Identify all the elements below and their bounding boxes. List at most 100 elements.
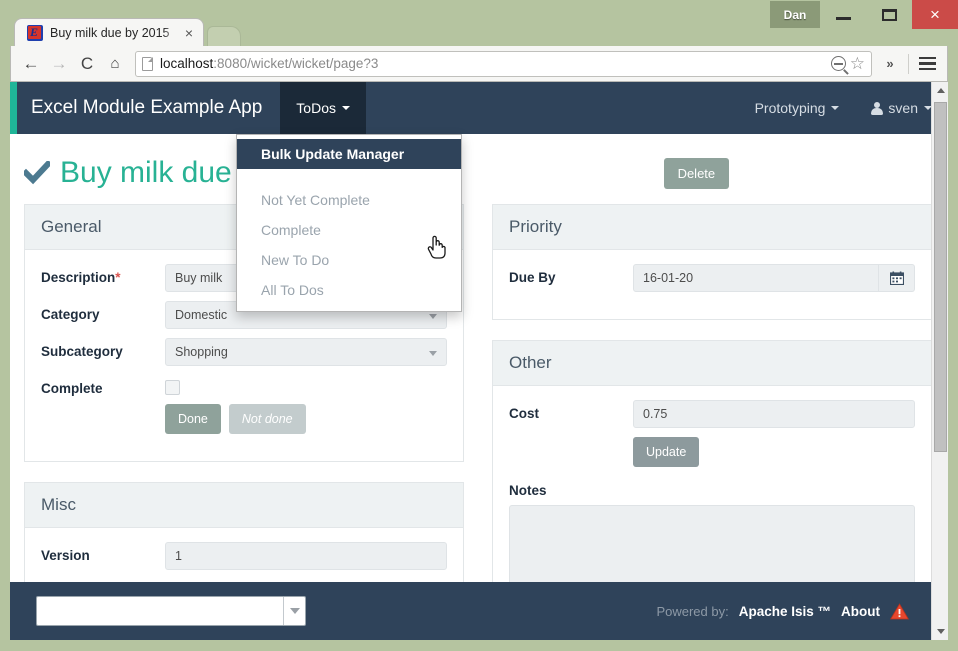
reload-button[interactable]: C	[73, 50, 101, 78]
browser-toolbar: ← → C ⌂ localhost:8080/wicket/wicket/pag…	[10, 46, 948, 82]
menu-divider	[237, 169, 461, 185]
field-version: Version 1	[41, 542, 447, 570]
favicon-icon	[27, 24, 43, 41]
nav-menu-prototyping-label: Prototyping	[754, 100, 826, 116]
reload-icon: C	[80, 53, 94, 73]
search-icon[interactable]	[830, 56, 846, 71]
due-by-control: 16-01-20	[633, 264, 915, 292]
complete-control: Done Not done	[165, 375, 447, 434]
new-tab-button[interactable]	[207, 26, 241, 46]
todos-dropdown-menu: Bulk Update Manager Not Yet Complete Com…	[236, 134, 462, 312]
nav-menu-todos[interactable]: ToDos	[280, 82, 366, 134]
panel-priority-body: Due By 16-01-20	[493, 250, 931, 319]
menu-item-not-yet-complete[interactable]: Not Yet Complete	[237, 185, 461, 215]
cost-label: Cost	[509, 406, 539, 421]
minimize-icon	[835, 16, 851, 20]
toolbar-overflow-button[interactable]: »	[876, 50, 904, 78]
app-navbar: Excel Module Example App ToDos Prototypi…	[10, 82, 948, 134]
update-button[interactable]: Update	[633, 437, 700, 467]
browser-menu-button[interactable]	[913, 50, 941, 78]
cost-control: 0.75 Update	[633, 400, 915, 467]
window-controls: Dan ×	[770, 0, 958, 30]
back-button[interactable]: ←	[17, 50, 45, 78]
due-by-input[interactable]: 16-01-20	[633, 264, 879, 292]
due-by-input-group: 16-01-20	[633, 264, 915, 292]
subcategory-select[interactable]: Shopping	[165, 338, 447, 366]
required-marker: *	[115, 270, 121, 285]
address-bar[interactable]: localhost:8080/wicket/wicket/page?3 ☆	[135, 50, 872, 77]
description-label: Description*	[41, 264, 165, 285]
app-brand[interactable]: Excel Module Example App	[17, 82, 280, 134]
url-text: localhost:8080/wicket/wicket/page?3	[160, 56, 378, 71]
about-link[interactable]: About	[841, 604, 880, 619]
os-window: Dan × Buy milk due by 2015 × ← →	[0, 0, 958, 651]
back-arrow-icon: ←	[22, 53, 40, 73]
tab-title: Buy milk due by 2015	[50, 25, 170, 40]
done-button[interactable]: Done	[165, 404, 221, 434]
category-label: Category	[41, 307, 100, 322]
tab-close-icon[interactable]: ×	[183, 26, 195, 40]
nav-menu-todos-label: ToDos	[296, 100, 336, 116]
footer-select[interactable]	[36, 596, 306, 626]
subcategory-control: Shopping	[165, 338, 447, 366]
notes-label: Notes	[509, 483, 547, 498]
field-complete: Complete Done Not done	[41, 375, 447, 434]
nav-menu-prototyping[interactable]: Prototyping	[739, 82, 856, 134]
page-header: Buy milk due by 2015-01-20 Delete	[24, 134, 934, 204]
panel-misc: Misc Version 1	[24, 482, 464, 598]
browser-tab-strip: Buy milk due by 2015 ×	[14, 18, 241, 46]
navbar-right: Prototyping sven	[739, 82, 948, 134]
footer-select-value	[37, 597, 283, 625]
complete-checkbox[interactable]	[165, 380, 180, 395]
description-label-text: Description	[41, 270, 116, 285]
page-content: Buy milk due by 2015-01-20 Delete Genera…	[10, 134, 948, 640]
scrollbar-thumb[interactable]	[934, 102, 947, 452]
panel-other-heading: Other	[493, 341, 931, 386]
chevron-down-icon	[831, 106, 840, 110]
scroll-down-wrap	[932, 623, 949, 640]
footer-select-toggle-icon[interactable]	[283, 597, 305, 625]
scroll-down-button[interactable]	[932, 623, 949, 640]
complete-actions: Done Not done	[165, 404, 447, 434]
hamburger-menu-icon	[918, 56, 936, 71]
scroll-up-button[interactable]	[932, 82, 949, 99]
maximize-button[interactable]	[866, 0, 912, 29]
version-input[interactable]: 1	[165, 542, 447, 570]
subcategory-label: Subcategory	[41, 344, 123, 359]
window-title-bar: Dan × Buy milk due by 2015 ×	[0, 0, 958, 46]
field-due-by: Due By 16-01-20	[509, 264, 915, 292]
warning-triangle-icon[interactable]	[890, 602, 909, 620]
window-user-chip[interactable]: Dan	[770, 1, 820, 28]
menu-item-bulk-update-manager[interactable]: Bulk Update Manager	[237, 139, 461, 169]
date-picker-button[interactable]	[879, 264, 915, 292]
app-footer: Powered by: Apache Isis ™ About	[10, 582, 931, 640]
cost-input[interactable]: 0.75	[633, 400, 915, 428]
address-bar-actions: ☆	[830, 55, 865, 72]
bookmark-star-icon[interactable]: ☆	[850, 55, 865, 72]
forward-arrow-icon: →	[50, 53, 68, 73]
framework-link[interactable]: Apache Isis ™	[739, 604, 831, 619]
checkmark-icon	[24, 161, 50, 185]
version-label: Version	[41, 548, 90, 563]
url-host: localhost	[160, 56, 214, 71]
panel-misc-heading: Misc	[25, 483, 463, 528]
browser-tab[interactable]: Buy milk due by 2015 ×	[14, 18, 204, 46]
close-window-button[interactable]: ×	[912, 0, 958, 29]
navbar-accent-bar	[10, 82, 17, 134]
page-scrollbar[interactable]	[931, 82, 948, 640]
home-button[interactable]: ⌂	[101, 50, 129, 78]
home-icon: ⌂	[110, 55, 120, 72]
forward-button: →	[45, 50, 73, 78]
chevron-down-icon	[341, 106, 350, 110]
toolbar-divider	[908, 53, 909, 74]
cost-actions: Update	[633, 437, 915, 467]
page-info-icon	[142, 56, 153, 71]
footer-right: Powered by: Apache Isis ™ About	[656, 602, 909, 620]
not-done-button[interactable]: Not done	[228, 404, 306, 434]
version-control: 1	[165, 542, 447, 570]
delete-button[interactable]: Delete	[663, 157, 730, 189]
user-icon	[871, 102, 884, 115]
menu-item-all-to-dos[interactable]: All To Dos	[237, 275, 461, 305]
minimize-button[interactable]	[820, 0, 866, 29]
page-viewport: Excel Module Example App ToDos Prototypi…	[10, 82, 948, 640]
